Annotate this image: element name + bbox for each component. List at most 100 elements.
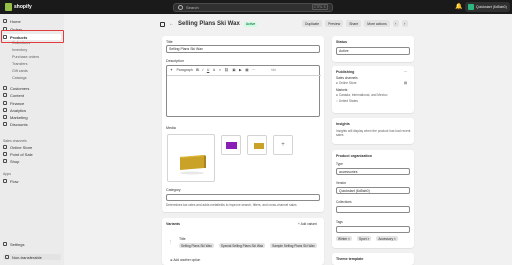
more-options-icon[interactable]: ⋯: [403, 69, 408, 74]
add-option-button[interactable]: ⊕ Add another option: [170, 258, 200, 262]
ski-wax-image: [180, 155, 206, 175]
organization-label: Product organization: [336, 154, 372, 158]
description-label: Description: [166, 59, 184, 63]
ai-sparkle-icon[interactable]: ✦: [170, 68, 173, 72]
sidebar-item-gift-cards[interactable]: Gift cards: [12, 69, 28, 73]
more-icon[interactable]: ⋯: [252, 68, 256, 72]
sidebar-item-label: Non-transferable: [12, 254, 42, 260]
non-transferable-badge[interactable]: Non-transferable: [3, 254, 61, 260]
category-help-text: Determines tax rates and adds metafields…: [166, 203, 297, 207]
search-input[interactable]: Search CTRL K: [173, 2, 333, 12]
bold-button[interactable]: B: [196, 68, 199, 72]
top-bar: shopify Search CTRL K 🔔 Quickstart (6d5a…: [0, 0, 512, 14]
shop-icon: [3, 159, 7, 163]
next-product-button[interactable]: ›: [401, 20, 408, 27]
media-label: Media: [166, 126, 176, 130]
share-button[interactable]: Share: [346, 20, 362, 27]
category-input[interactable]: [166, 194, 320, 201]
sidebar-item-label: Content: [10, 92, 25, 98]
info-icon: [5, 255, 9, 259]
tag-pill[interactable]: Sport ×: [356, 236, 372, 241]
home-icon: [3, 19, 7, 23]
preview-button[interactable]: Preview: [325, 20, 344, 27]
collections-input[interactable]: [336, 206, 410, 213]
tags-label: Tags: [336, 220, 343, 224]
tag-label: Accessory: [378, 236, 394, 241]
market-item: ○ United States: [336, 99, 358, 103]
insights-label: Insights: [336, 122, 350, 126]
sidebar-item-customers[interactable]: Customers: [3, 85, 29, 91]
duplicate-button[interactable]: Duplicate: [302, 20, 323, 27]
type-input[interactable]: accessories: [336, 168, 410, 175]
media-thumb-gold[interactable]: [247, 135, 267, 155]
status-label: Status: [336, 40, 347, 44]
text-color-button[interactable]: A: [213, 68, 215, 72]
underline-button[interactable]: U: [207, 68, 210, 72]
theme-template-label: Theme template: [336, 257, 364, 261]
paragraph-select[interactable]: Paragraph: [176, 68, 192, 72]
tags-input[interactable]: [336, 226, 410, 233]
more-actions-button[interactable]: More actions: [364, 20, 390, 27]
vendor-label: Vendor: [336, 181, 347, 185]
drag-handle-icon[interactable]: ⋮: [168, 239, 173, 244]
sidebar-item-analytics[interactable]: Analytics: [3, 107, 26, 113]
title-label: Title: [166, 40, 173, 44]
tag-pill[interactable]: Accessory ×: [376, 236, 398, 241]
sidebar-item-content[interactable]: Content: [3, 92, 24, 98]
link-icon[interactable]: ⛓: [224, 68, 228, 72]
product-details-card: [162, 36, 324, 212]
sidebar-item-online-store[interactable]: Online Store: [3, 144, 32, 150]
sidebar-item-catalogs[interactable]: Catalogs: [12, 76, 27, 80]
sidebar-item-label: Point of Sale: [10, 151, 33, 157]
table-icon[interactable]: ▦: [245, 68, 248, 72]
add-media-button[interactable]: +: [273, 135, 293, 155]
align-icon[interactable]: ≡: [219, 68, 221, 72]
sidebar-item-point-of-sale[interactable]: Point of Sale: [3, 151, 33, 157]
editor-toolbar: ✦ Paragraph B I U A ≡ ⛓ ▣ ▶ ▦ ⋯ </>: [170, 68, 276, 72]
sidebar-item-shop[interactable]: Shop: [3, 158, 19, 164]
option-value-pill: Special Selling Plans Ski Wax: [218, 243, 266, 248]
status-badge: Active: [243, 21, 258, 27]
sidebar-item-settings[interactable]: Settings: [3, 241, 24, 247]
shopify-bag-icon: [5, 3, 12, 11]
search-icon: [178, 4, 183, 10]
sidebar-item-label: Finance: [10, 100, 25, 106]
sidebar-item-transfers[interactable]: Transfers: [12, 62, 27, 66]
shopify-logo[interactable]: shopify: [5, 3, 32, 11]
description-editor[interactable]: ✦ Paragraph B I U A ≡ ⛓ ▣ ▶ ▦ ⋯ </>: [166, 65, 321, 117]
tag-label: Sport: [358, 236, 367, 241]
sidebar-item-discounts[interactable]: Discounts: [3, 121, 28, 127]
sales-channels-heading[interactable]: Sales channels: [3, 139, 27, 143]
logo-text: shopify: [14, 4, 32, 10]
sidebar-item-marketing[interactable]: Marketing: [3, 114, 28, 120]
code-icon[interactable]: </>: [271, 68, 276, 72]
image-icon[interactable]: ▣: [232, 68, 235, 72]
tag-pill[interactable]: Winter ×: [336, 236, 352, 241]
sidebar-item-flow[interactable]: Flow: [3, 178, 18, 184]
media-thumb-purple[interactable]: [221, 135, 241, 155]
title-input[interactable]: Selling Plans Ski Wax: [166, 45, 320, 53]
previous-product-button[interactable]: ‹: [392, 20, 399, 27]
calendar-icon[interactable]: ▤: [403, 81, 408, 86]
sidebar-item-home[interactable]: Home: [3, 18, 21, 24]
video-icon[interactable]: ▶: [239, 68, 242, 72]
media-main-image[interactable]: [167, 134, 215, 182]
back-arrow-icon[interactable]: ←: [169, 21, 174, 27]
toolbar-divider: [167, 75, 321, 76]
page-title: Selling Plans Ski Wax: [178, 21, 240, 27]
sidebar-item-finance[interactable]: Finance: [3, 100, 24, 106]
apps-heading[interactable]: Apps: [3, 172, 11, 176]
sidebar-item-label: Discounts: [10, 121, 28, 127]
market-name: Canada, International, and Mexico: [338, 93, 388, 97]
store-menu[interactable]: Quickstart (6d5ab0): [465, 2, 510, 12]
variants-label: Variants: [166, 222, 180, 226]
add-variant-button[interactable]: + Add variant: [298, 222, 317, 226]
bell-icon[interactable]: 🔔: [455, 3, 463, 11]
flow-icon: [3, 179, 7, 183]
sidebar-item-inventory[interactable]: Inventory: [12, 48, 27, 52]
type-label: Type: [336, 162, 343, 166]
vendor-input[interactable]: Quickstart (6d5ab0): [336, 187, 410, 194]
sidebar-item-purchase-orders[interactable]: Purchase orders: [12, 55, 39, 59]
italic-button[interactable]: I: [202, 68, 203, 72]
status-select[interactable]: Active: [336, 47, 410, 55]
